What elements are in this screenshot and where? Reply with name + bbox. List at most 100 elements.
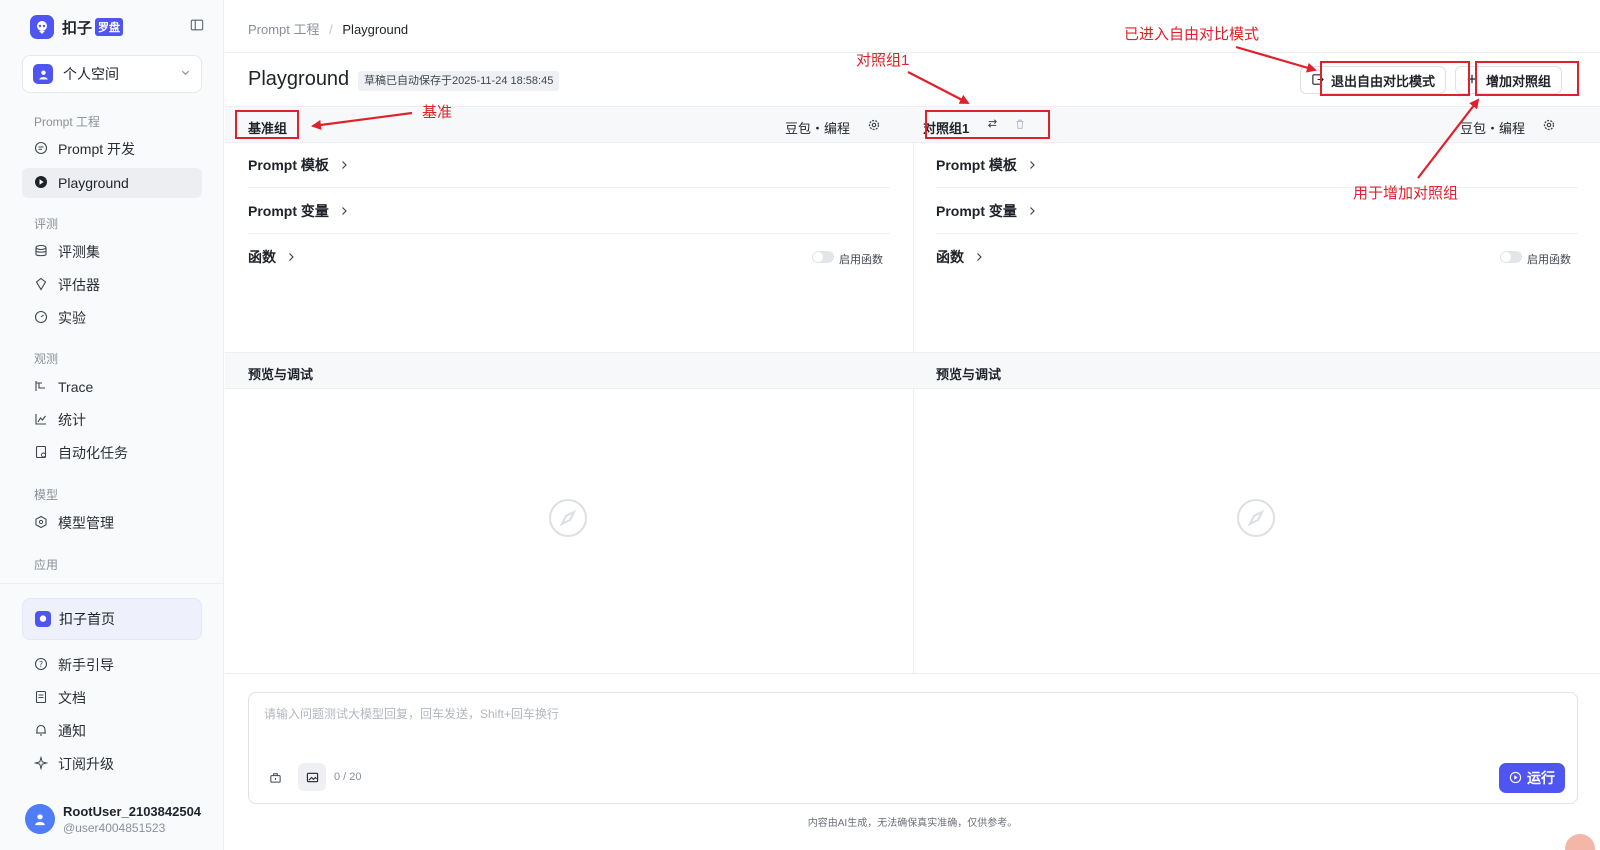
enable-functions-toggle[interactable] — [1500, 251, 1522, 263]
sidebar-item-eval-set[interactable]: 评测集 — [22, 237, 202, 267]
panel-divider — [913, 143, 914, 673]
nav-section-eval: 评测 — [34, 217, 59, 231]
preview-title: 预览与调试 — [936, 367, 1002, 382]
play-circle-icon — [34, 175, 50, 191]
chevron-right-icon — [339, 160, 349, 170]
sidebar-item-evaluator[interactable]: 评估器 — [22, 270, 202, 300]
chevron-right-icon — [339, 206, 349, 216]
bell-icon — [34, 723, 50, 739]
sidebar-item-label: 统计 — [58, 412, 86, 428]
svg-text:?: ? — [39, 660, 43, 669]
chevron-right-icon — [1027, 160, 1037, 170]
annotation-label-add-group: 用于增加对照组 — [1353, 185, 1459, 202]
row-divider — [248, 233, 890, 234]
database-icon — [34, 244, 50, 260]
enable-functions-label: 启用函数 — [839, 254, 883, 266]
home-label: 扣子首页 — [59, 611, 115, 627]
prompt-template-row[interactable]: Prompt 模板 — [936, 143, 1037, 187]
prompt-variables-label: Prompt 变量 — [936, 203, 1017, 219]
chat-bubble-icon — [34, 141, 50, 157]
sidebar-item-label: 新手引导 — [58, 657, 114, 673]
baseline-model-selector[interactable]: 豆包・编程 — [785, 118, 850, 137]
annotation-label-control1: 对照组1 — [856, 52, 910, 69]
breadcrumb: Prompt 工程 / Playground — [248, 19, 408, 38]
breadcrumb-parent[interactable]: Prompt 工程 — [248, 22, 320, 37]
space-selector[interactable]: 个人空间 — [22, 55, 202, 93]
compass-empty-icon — [1236, 498, 1276, 538]
sidebar: 扣子 罗盘 个人空间 Prompt 工程 Prompt 开发 Playgroun… — [0, 0, 224, 850]
enable-functions-toggle[interactable] — [812, 251, 834, 263]
compass-empty-icon — [548, 498, 588, 538]
badge-icon — [34, 277, 50, 293]
functions-label: 函数 — [936, 249, 964, 265]
annotation-box-baseline — [235, 110, 299, 139]
tool-icon[interactable] — [261, 763, 289, 791]
sidebar-item-label: Trace — [58, 379, 94, 395]
row-divider — [248, 187, 890, 188]
prompt-template-label: Prompt 模板 — [248, 157, 329, 173]
sidebar-item-auto-task[interactable]: 自动化任务 — [22, 438, 202, 468]
sidebar-item-label: 自动化任务 — [58, 445, 128, 461]
functions-label: 函数 — [248, 249, 276, 265]
sidebar-item-playground[interactable]: Playground — [22, 168, 202, 198]
chat-divider — [225, 673, 1600, 674]
user-name: RootUser_2103842504 — [63, 803, 202, 819]
sidebar-item-experiment[interactable]: 实验 — [22, 303, 202, 333]
sidebar-item-model-mgmt[interactable]: 模型管理 — [22, 508, 202, 538]
play-circle-icon — [1509, 771, 1523, 785]
gear-icon[interactable] — [867, 118, 882, 133]
sidebar-collapse-icon[interactable] — [190, 18, 206, 34]
chat-composer: 0 / 20 运行 — [248, 692, 1578, 804]
chat-input[interactable] — [264, 707, 1554, 721]
annotation-label-compare-mode: 已进入自由对比模式 — [1124, 26, 1260, 43]
prompt-variables-row[interactable]: Prompt 变量 — [936, 189, 1037, 233]
sidebar-item-label: 文档 — [58, 690, 86, 706]
chevron-right-icon — [1027, 206, 1037, 216]
ai-disclaimer: 内容由AI生成，无法确保真实准确，仅供参考。 — [807, 818, 1018, 829]
gear-icon[interactable] — [1542, 118, 1557, 133]
brand-logo-icon — [30, 15, 54, 39]
image-counter: 0 / 20 — [334, 771, 362, 783]
sidebar-item-stats[interactable]: 统计 — [22, 405, 202, 435]
user-profile[interactable]: RootUser_2103842504 @user4004851523 — [25, 800, 215, 838]
annotation-box-add-group — [1475, 61, 1579, 96]
annotation-label-baseline: 基准 — [422, 104, 453, 121]
chart-icon — [34, 412, 50, 428]
brand[interactable]: 扣子 罗盘 — [30, 14, 206, 40]
sidebar-item-label: 订阅升级 — [58, 756, 114, 772]
help-icon: ? — [34, 657, 50, 673]
sidebar-item-trace[interactable]: Trace — [22, 372, 202, 402]
sidebar-item-label: 通知 — [58, 723, 86, 739]
sidebar-item-label: 评估器 — [58, 277, 100, 293]
sidebar-item-label: 评测集 — [58, 244, 100, 260]
functions-row[interactable]: 函数 — [248, 235, 296, 279]
draft-status-badge: 草稿已自动保存于2025-11-24 18:58:45 — [358, 71, 560, 91]
run-button[interactable]: 运行 — [1499, 763, 1565, 793]
prompt-variables-row[interactable]: Prompt 变量 — [248, 189, 349, 233]
sidebar-item-label: Playground — [58, 175, 129, 191]
sidebar-item-guide[interactable]: ? 新手引导 — [22, 650, 202, 680]
sidebar-item-upgrade[interactable]: 订阅升级 — [22, 749, 202, 779]
annotation-box-exit-compare — [1320, 61, 1470, 96]
control-model-selector[interactable]: 豆包・编程 — [1460, 118, 1525, 137]
nav-section-observe: 观测 — [34, 352, 59, 366]
functions-row[interactable]: 函数 — [936, 235, 984, 279]
coze-home-link[interactable]: 扣子首页 — [22, 598, 202, 640]
coze-home-icon — [35, 611, 51, 627]
sidebar-item-prompt-dev[interactable]: Prompt 开发 — [22, 134, 202, 164]
page-title: Playground — [248, 68, 350, 90]
breadcrumb-separator: / — [329, 22, 333, 37]
sidebar-item-notifications[interactable]: 通知 — [22, 716, 202, 746]
breadcrumb-current: Playground — [342, 22, 409, 37]
space-label: 个人空间 — [63, 66, 119, 82]
task-icon — [34, 445, 50, 461]
brand-name: 扣子 — [62, 19, 93, 37]
sidebar-item-docs[interactable]: 文档 — [22, 683, 202, 713]
image-upload-icon[interactable] — [298, 763, 326, 791]
sidebar-item-label: Prompt 开发 — [58, 141, 136, 157]
app-root: 扣子 罗盘 个人空间 Prompt 工程 Prompt 开发 Playgroun… — [0, 0, 1600, 850]
run-label: 运行 — [1527, 770, 1555, 786]
prompt-template-row[interactable]: Prompt 模板 — [248, 143, 349, 187]
sidebar-item-label: 实验 — [58, 310, 86, 326]
annotation-box-control1 — [925, 110, 1050, 139]
